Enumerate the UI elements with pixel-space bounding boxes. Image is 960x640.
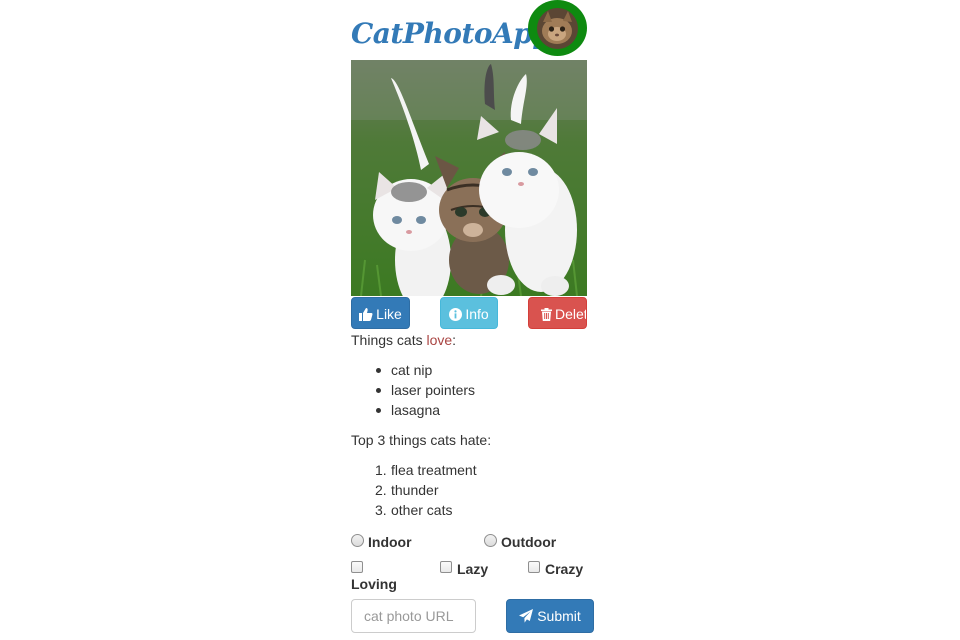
list-item-text: thunder [391, 482, 439, 498]
list-item: lasagna [376, 400, 441, 420]
thumbs-up-icon [359, 300, 373, 328]
trash-icon [541, 300, 552, 328]
list-item-text: flea treatment [391, 462, 477, 478]
paper-plane-icon [519, 602, 534, 634]
bullet-icon [376, 368, 381, 373]
loves-heading: Things cats love: [351, 330, 456, 350]
lazy-checkbox[interactable] [440, 561, 452, 573]
like-button[interactable]: Like [351, 297, 410, 329]
list-number: 3. [375, 502, 387, 518]
ordered-list-item: 3. other cats [375, 500, 453, 520]
app-title: CatPhotoApp [351, 17, 552, 50]
loves-heading-suffix: : [452, 332, 457, 348]
list-item-text: other cats [391, 502, 453, 518]
indoor-radio[interactable] [351, 534, 364, 547]
loving-checkbox[interactable] [351, 561, 363, 573]
submit-label: Submit [537, 608, 581, 624]
outdoor-radio[interactable] [484, 534, 497, 547]
submit-button[interactable]: Submit [506, 599, 594, 633]
ordered-list-item: 1. flea treatment [375, 460, 477, 480]
info-button[interactable]: Info [440, 297, 498, 329]
crazy-checkbox[interactable] [528, 561, 540, 573]
list-item-text: cat nip [391, 362, 433, 378]
list-number: 2. [375, 482, 387, 498]
kittens-photo [351, 60, 587, 296]
ordered-list-item: 2. thunder [375, 480, 439, 500]
lazy-label[interactable]: Lazy [457, 559, 488, 579]
hates-heading: Top 3 things cats hate: [351, 432, 492, 448]
love-emphasis: love [426, 332, 453, 348]
crazy-label[interactable]: Crazy [545, 559, 583, 579]
list-item: laser pointers [376, 380, 476, 400]
info-circle-icon [449, 300, 463, 328]
loving-label[interactable]: Loving [351, 574, 397, 594]
list-item: cat nip [376, 360, 433, 380]
list-number: 1. [375, 462, 387, 478]
info-label: Info [465, 306, 489, 322]
indoor-label[interactable]: Indoor [368, 532, 412, 552]
cat-photo-url-input[interactable] [351, 599, 476, 633]
outdoor-label[interactable]: Outdoor [501, 532, 556, 552]
like-label: Like [376, 306, 402, 322]
list-item-text: lasagna [391, 402, 441, 418]
bullet-icon [376, 408, 381, 413]
avatar-cat-image [537, 7, 578, 49]
list-item-text: laser pointers [391, 382, 476, 398]
delete-button[interactable]: Delete [528, 297, 587, 329]
app-container: CatPhotoApp Like Info Dele Things cats l… [351, 0, 596, 640]
delete-label: Delete [555, 306, 586, 322]
loves-heading-prefix: Things cats [351, 332, 427, 348]
avatar[interactable] [528, 0, 587, 56]
bullet-icon [376, 388, 381, 393]
